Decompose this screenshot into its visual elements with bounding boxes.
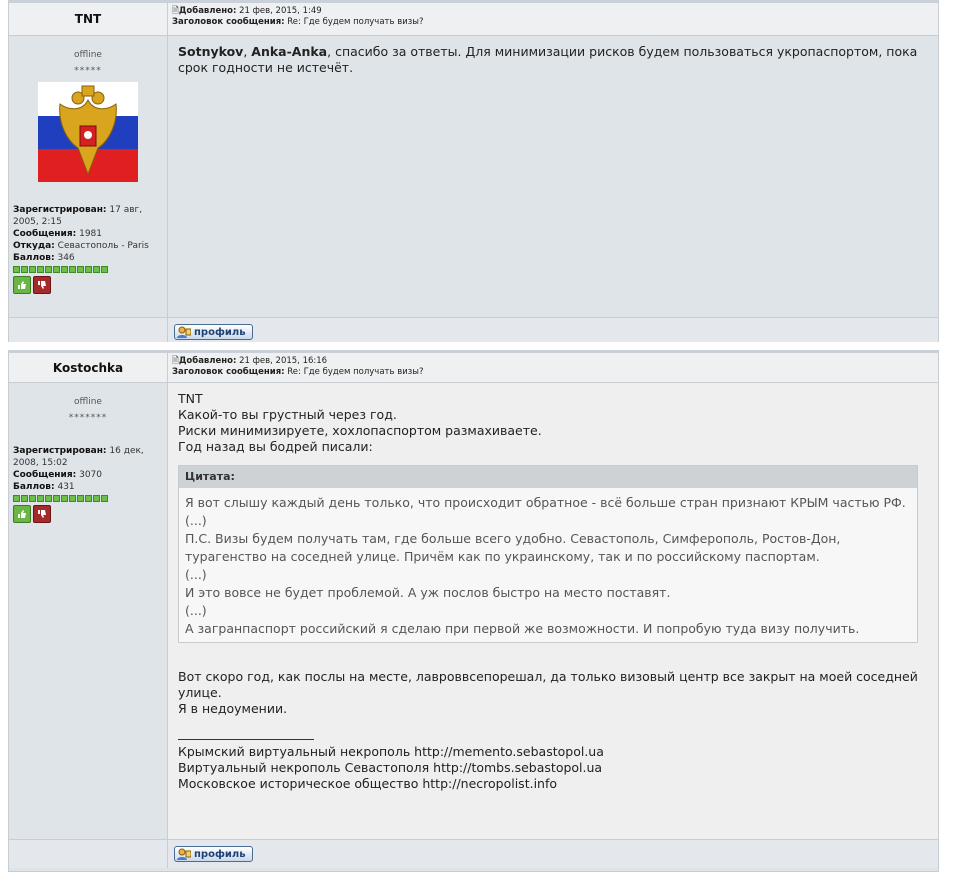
post-line: Какой-то вы грустный через год. — [178, 407, 397, 422]
rank-stars: ******* — [68, 413, 108, 423]
msgs-label: Сообщения: — [13, 229, 77, 239]
mention: Anka-Anka — [251, 44, 328, 59]
post-header: 🗎Добавлено: 21 фев, 2015, 1:49 Заголовок… — [168, 3, 938, 35]
quote-line: (...) — [185, 567, 207, 582]
user-icon — [177, 326, 191, 338]
post-line: Вот скоро год, как послы на месте, лавро… — [178, 669, 918, 700]
post-icon: 🗎 — [172, 356, 179, 366]
signature-line: Московское историческое общество http://… — [178, 776, 558, 791]
reputation-bar — [13, 266, 163, 273]
quote-block: Цитата: Я вот слышу каждый день только, … — [178, 465, 918, 643]
points-value: 431 — [57, 482, 75, 492]
post-line: Год назад вы бодрей писали: — [178, 439, 373, 454]
thumbs-up-icon[interactable] — [13, 505, 31, 523]
signature-line: Крымский виртуальный некрополь http://me… — [178, 744, 604, 759]
rank-stars: ***** — [74, 66, 102, 76]
mention: Sotnykov — [178, 44, 244, 59]
from-label: Откуда: — [13, 241, 55, 251]
user-icon — [177, 848, 191, 860]
author-profile: offline ***** Зарегистрирован: 17 авг, 2… — [9, 36, 168, 317]
reputation-bar — [13, 495, 163, 502]
quote-line: (...) — [185, 603, 207, 618]
quote-line: И это вовсе не будет проблемой. А уж пос… — [185, 585, 671, 600]
post-body: TNT Какой-то вы грустный через год. Риск… — [168, 383, 938, 839]
profile-button-label: профиль — [194, 848, 246, 860]
date-label: Добавлено: — [178, 356, 237, 366]
post-header: 🗎Добавлено: 21 фев, 2015, 16:16 Заголово… — [168, 353, 938, 382]
msgs-value: 3070 — [79, 470, 102, 480]
reg-label: Зарегистрирован: — [13, 446, 107, 456]
post-line: Риски минимизируете, хохлопаспортом разм… — [178, 423, 542, 438]
msgs-value: 1981 — [79, 229, 102, 239]
quote-line: Я вот слышу каждый день только, что прои… — [185, 495, 906, 510]
date-label: Добавлено: — [178, 6, 237, 16]
signature-line: Виртуальный некрополь Севастополя http:/… — [178, 760, 603, 775]
post: TNT 🗎Добавлено: 21 фев, 2015, 1:49 Загол… — [8, 0, 939, 342]
quote-line: П.С. Визы будем получать там, где больше… — [185, 531, 841, 564]
avatar — [38, 82, 138, 182]
post: Kostochka 🗎Добавлено: 21 фев, 2015, 16:1… — [8, 350, 939, 872]
post-line: TNT — [178, 391, 203, 406]
from-value: Севастополь - Paris — [57, 241, 149, 251]
reg-label: Зарегистрирован: — [13, 205, 107, 215]
post-date: 21 фев, 2015, 1:49 — [239, 6, 322, 16]
quote-header: Цитата: — [179, 466, 917, 488]
post-author[interactable]: Kostochka — [9, 353, 168, 382]
post-author[interactable]: TNT — [9, 3, 168, 35]
profile-button[interactable]: профиль — [174, 846, 253, 862]
subject-label: Заголовок сообщения: — [172, 17, 285, 27]
points-label: Баллов: — [13, 253, 55, 263]
author-profile: offline ******* Зарегистрирован: 16 дек,… — [9, 383, 168, 839]
online-status: offline — [74, 397, 102, 407]
post-subject: Re: Где будем получать визы? — [287, 17, 424, 27]
msgs-label: Сообщения: — [13, 470, 77, 480]
profile-button-label: профиль — [194, 326, 246, 338]
thumbs-down-icon[interactable] — [33, 276, 51, 294]
signature: Крымский виртуальный некрополь http://me… — [178, 739, 928, 792]
thumbs-up-icon[interactable] — [13, 276, 31, 294]
post-date: 21 фев, 2015, 16:16 — [239, 356, 328, 366]
profile-button[interactable]: профиль — [174, 324, 253, 340]
points-value: 346 — [57, 253, 75, 263]
quote-line: А загранпаспорт российский я сделаю при … — [185, 621, 860, 636]
online-status: offline — [74, 50, 102, 60]
post-body: Sotnykov, Anka-Anka, спасибо за ответы. … — [168, 36, 938, 317]
thumbs-down-icon[interactable] — [33, 505, 51, 523]
quote-line: (...) — [185, 513, 207, 528]
post-line: Я в недоумении. — [178, 701, 288, 716]
post-icon: 🗎 — [172, 6, 179, 16]
post-subject: Re: Где будем получать визы? — [287, 367, 424, 377]
points-label: Баллов: — [13, 482, 55, 492]
subject-label: Заголовок сообщения: — [172, 367, 285, 377]
